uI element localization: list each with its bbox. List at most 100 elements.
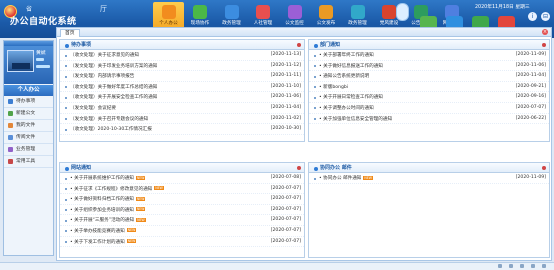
more-icon[interactable]: [297, 43, 301, 47]
list-item[interactable]: • 关于加强单位信息安全管理的通知 [2020-06-22]: [309, 113, 549, 125]
list-item[interactable]: • 关于举办技能竞赛的通知 NEW [2020-07-07]: [60, 225, 304, 237]
list-item-title[interactable]: • 关于下发工作计划的通知: [70, 240, 125, 245]
print-icon[interactable]: [520, 264, 524, 268]
list-item-title[interactable]: • 关于征求《工作规程》修改意见的通知: [70, 187, 152, 192]
list-item[interactable]: • 关于组织参加业务培训的通知 NEW [2020-07-07]: [60, 204, 304, 216]
list-item-title[interactable]: • 关于开展“三服务”活动的通知: [70, 218, 134, 223]
nav-icon: [224, 5, 239, 19]
list-item-title[interactable]: • 关于开展日常检查工作的通知: [319, 95, 383, 100]
list-item-date: [2020-11-10]: [268, 81, 301, 92]
new-badge: NEW: [136, 217, 146, 222]
nav-icon: [287, 5, 302, 19]
list-item[interactable]: （收文处理）关于做好年度工作总结的通知 [2020-11-10]: [60, 81, 304, 93]
sidebar-item-5[interactable]: 常用工具: [4, 156, 53, 168]
list-item[interactable]: （发文处理）关于印发业务培训方案的通知 [2020-11-12]: [60, 60, 304, 72]
list-item-title[interactable]: （收文处理）关于开展安全检查工作的通知: [70, 95, 157, 100]
list-item-date: [2020-07-07]: [268, 215, 301, 226]
new-badge: NEW: [363, 175, 373, 180]
list-item[interactable]: （收文处理）2020-10-30工作情况汇报 [2020-10-30]: [60, 124, 304, 135]
nav-label: 个人办公: [159, 21, 178, 26]
list-item[interactable]: • 关于做好信息报送工作的通知 [2020-11-06]: [309, 60, 549, 72]
list-item-title[interactable]: • 关于组织参加业务培训的通知: [70, 208, 134, 213]
list-item-date: [2020-11-11]: [268, 71, 301, 81]
sidebar-item-3[interactable]: 传阅文件: [4, 132, 53, 144]
sidebar-item-label: 我的文件: [16, 122, 36, 128]
list-item-title[interactable]: • 新版bongbi: [319, 85, 348, 90]
user-name: 黄斌: [36, 51, 46, 56]
collab-panel-title: 协同办公 邮件: [314, 164, 352, 173]
nav-label: 政务管理: [222, 21, 241, 26]
list-item[interactable]: （收文处理）关于征求意见的通知 [2020-11-13]: [60, 50, 304, 61]
list-item-title[interactable]: • 关于做好信息报送工作的通知: [319, 64, 383, 69]
avatar[interactable]: [7, 50, 34, 72]
list-item-date: [2020-11-04]: [513, 71, 546, 81]
nav-label: 政务管理: [348, 21, 367, 26]
announce-panel: 网站通知 • 关于开展系统维护工作的通知 NEW [2020-07-08] • 关于征…: [59, 162, 305, 258]
list-item[interactable]: • 协同办公 邮件通知 NEW [2020-11-09]: [309, 173, 549, 184]
list-item[interactable]: • 关于下发工作计划的通知 NEW [2020-07-07]: [60, 236, 304, 248]
list-item-title[interactable]: • 关于调整办公时间的通知: [319, 106, 374, 111]
app-title: 办公自动化系统: [10, 17, 77, 27]
sidebar-item-2[interactable]: 我的文件: [4, 120, 53, 132]
list-item-title[interactable]: （发文处理）关于印发业务培训方案的通知: [70, 64, 157, 69]
user-profile: 黄斌: [4, 46, 53, 84]
list-item[interactable]: （收文处理）关于开展安全检查工作的通知 [2020-11-06]: [60, 92, 304, 103]
sound-icon[interactable]: [509, 264, 513, 268]
more-icon[interactable]: [542, 166, 546, 170]
close-icon[interactable]: ×: [542, 29, 548, 35]
list-item[interactable]: • 关于调整办公时间的通知 [2020-07-07]: [309, 102, 549, 114]
list-item-title[interactable]: • 关于开展系统维护工作的通知: [70, 176, 134, 181]
logo-province: 省: [26, 6, 35, 13]
notice-panel-title: 部门通知: [314, 41, 340, 50]
menu-icon: [8, 123, 13, 128]
more-icon[interactable]: [542, 43, 546, 47]
list-item[interactable]: • 关于开展“三服务”活动的通知 NEW [2020-07-07]: [60, 215, 304, 226]
list-item[interactable]: • 关于征求《工作规程》修改意见的通知 NEW [2020-07-07]: [60, 183, 304, 195]
list-item-title[interactable]: • 关于举办技能竞赛的通知: [70, 229, 125, 234]
sidebar-item-label: 新建公文: [16, 110, 36, 116]
list-item-title[interactable]: （发文处理）会议纪要: [70, 106, 116, 111]
folder-icon[interactable]: [531, 264, 535, 268]
list-item[interactable]: • 关于开展系统维护工作的通知 NEW [2020-07-08]: [60, 173, 304, 184]
list-item[interactable]: • 通知公告系统更新说明 [2020-11-04]: [309, 71, 549, 82]
list-item[interactable]: • 关于开展日常检查工作的通知 [2020-09-16]: [309, 92, 549, 103]
list-item-title[interactable]: • 关于加强单位信息安全管理的通知: [319, 117, 392, 122]
toggle-icon[interactable]: [396, 3, 409, 21]
settings-icon[interactable]: [542, 264, 546, 268]
list-item[interactable]: （发文处理）会议纪要 [2020-11-04]: [60, 102, 304, 114]
list-item-title[interactable]: （收文处理）关于征求意见的通知: [70, 53, 139, 58]
tab-home[interactable]: 首页: [60, 29, 80, 37]
minimize-button[interactable]: ⊟: [541, 12, 550, 21]
list-item[interactable]: （发文处理）关于召开专题会议的通知 [2020-11-02]: [60, 113, 304, 125]
list-item-date: [2020-11-04]: [268, 102, 301, 113]
list-item[interactable]: • 关于部署年终工作的通知 [2020-11-09]: [309, 50, 549, 61]
menu-icon: [8, 147, 13, 152]
list-item-date: [2020-06-22]: [513, 113, 546, 124]
more-icon[interactable]: [297, 166, 301, 170]
list-item-title[interactable]: （发文处理）关于召开专题会议的通知: [70, 117, 148, 122]
sidebar-item-label: 业务管理: [16, 146, 36, 152]
list-item[interactable]: • 新版bongbi [2020-09-21]: [309, 81, 549, 93]
sidebar-item-1[interactable]: 新建公文: [4, 108, 53, 120]
list-item-title[interactable]: （收文处理）2020-10-30工作情况汇报: [70, 127, 152, 132]
list-item[interactable]: （发文处理）内部请示事项报告 [2020-11-11]: [60, 71, 304, 82]
refresh-icon[interactable]: [498, 264, 502, 268]
list-item-title[interactable]: （收文处理）关于做好年度工作总结的通知: [70, 85, 157, 90]
main-content: 首页 × 待办事项 （收文处理）关于征求意见的通知 [2020-11-13] （发文…: [56, 27, 552, 261]
list-item-title[interactable]: • 通知公告系统更新说明: [319, 74, 369, 79]
list-item-title[interactable]: • 关于部署年终工作的通知: [319, 53, 374, 58]
status-bar: [0, 262, 554, 270]
sidebar-item-0[interactable]: 待办事项: [4, 96, 53, 108]
list-item-date: [2020-07-07]: [513, 102, 546, 113]
list-item-date: [2020-07-07]: [268, 204, 301, 215]
list-item-title[interactable]: • 协同办公 邮件通知: [319, 176, 361, 181]
list-item[interactable]: • 关于做好资料归档工作的通知 NEW [2020-07-07]: [60, 194, 304, 205]
menu-icon: [8, 159, 13, 164]
list-item-title[interactable]: （发文处理）内部请示事项报告: [70, 74, 134, 79]
sidebar-item-4[interactable]: 业务管理: [4, 144, 53, 156]
current-date: 2020年11月18日 星期三: [475, 5, 530, 10]
new-badge: NEW: [135, 175, 146, 180]
info-button[interactable]: i: [528, 12, 537, 21]
list-item-title[interactable]: • 关于做好资料归档工作的通知: [70, 197, 134, 202]
notice-panel: 部门通知 • 关于部署年终工作的通知 [2020-11-09] • 关于做好信息报送…: [308, 39, 550, 142]
